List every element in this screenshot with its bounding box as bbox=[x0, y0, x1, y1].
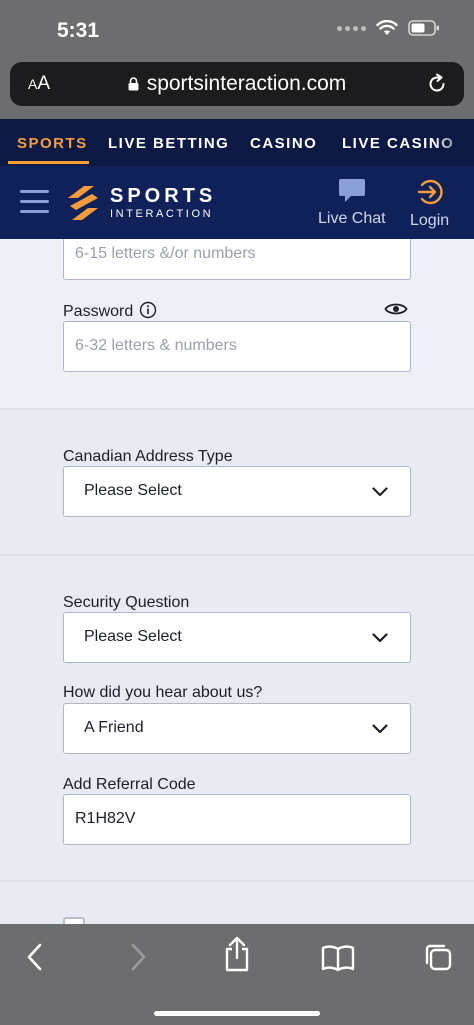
login-label: Login bbox=[410, 212, 450, 229]
security-question-select[interactable]: Please Select bbox=[63, 612, 411, 663]
live-chat-label: Live Chat bbox=[318, 210, 386, 227]
share-icon[interactable] bbox=[222, 936, 252, 972]
password-placeholder: 6-32 letters & numbers bbox=[75, 337, 237, 354]
home-indicator bbox=[154, 1011, 320, 1016]
registration-form: 6-15 letters &/or numbers Password 6-32 … bbox=[0, 239, 474, 924]
username-placeholder: 6-15 letters &/or numbers bbox=[75, 245, 256, 262]
login-icon bbox=[417, 179, 443, 205]
site-header: SPORTS INTERACTION Live Chat Login bbox=[0, 166, 474, 239]
lock-icon bbox=[128, 77, 139, 91]
section-divider bbox=[0, 408, 474, 410]
brand-logo-icon[interactable] bbox=[64, 184, 102, 222]
chevron-down-icon bbox=[372, 633, 388, 643]
info-icon[interactable] bbox=[139, 301, 157, 319]
terms-checkbox[interactable] bbox=[63, 917, 85, 924]
tab-sports[interactable]: SPORTS bbox=[17, 135, 88, 152]
tabs-icon[interactable] bbox=[423, 942, 453, 972]
browser-chrome: 5:31 AA sportsinteraction.com bbox=[0, 0, 474, 119]
password-label: Password bbox=[63, 301, 157, 321]
show-password-eye-icon[interactable] bbox=[384, 301, 408, 317]
brand-name: SPORTS bbox=[110, 185, 217, 207]
live-chat-button[interactable]: Live Chat bbox=[318, 178, 386, 228]
forward-icon[interactable] bbox=[128, 942, 148, 972]
browser-toolbar bbox=[0, 924, 474, 1025]
bookmarks-icon[interactable] bbox=[321, 944, 355, 972]
status-icons bbox=[337, 20, 440, 36]
battery-icon bbox=[408, 20, 439, 36]
section-divider bbox=[0, 554, 474, 556]
address-bar[interactable]: AA sportsinteraction.com bbox=[10, 62, 464, 106]
back-icon[interactable] bbox=[25, 942, 45, 972]
security-question-value: Please Select bbox=[84, 628, 182, 645]
tab-live-betting[interactable]: LIVE BETTING bbox=[108, 135, 229, 152]
referral-code-input[interactable]: R1H82V bbox=[63, 794, 411, 845]
hear-about-value: A Friend bbox=[84, 719, 144, 736]
chat-icon bbox=[338, 179, 365, 202]
scroll-fade bbox=[434, 119, 474, 166]
hear-about-label: How did you hear about us? bbox=[63, 684, 263, 701]
tab-casino[interactable]: CASINO bbox=[250, 135, 317, 152]
brand-subname: INTERACTION bbox=[110, 208, 214, 220]
address-type-value: Please Select bbox=[84, 482, 182, 499]
url-text: sportsinteraction.com bbox=[146, 72, 347, 95]
password-field[interactable]: 6-32 letters & numbers bbox=[63, 321, 411, 372]
login-button[interactable]: Login bbox=[410, 178, 449, 230]
hear-about-select[interactable]: A Friend bbox=[63, 703, 411, 754]
status-time: 5:31 bbox=[57, 19, 100, 42]
section-divider bbox=[0, 880, 474, 882]
chevron-down-icon bbox=[372, 724, 388, 734]
chevron-down-icon bbox=[372, 487, 388, 497]
url-field[interactable]: sportsinteraction.com bbox=[10, 72, 464, 96]
username-field[interactable]: 6-15 letters &/or numbers bbox=[63, 239, 411, 280]
address-type-select[interactable]: Please Select bbox=[63, 466, 411, 517]
signal-icon bbox=[337, 25, 366, 31]
active-tab-indicator bbox=[8, 161, 89, 164]
wifi-icon bbox=[376, 20, 398, 35]
referral-code-value: R1H82V bbox=[75, 810, 136, 827]
security-question-label: Security Question bbox=[63, 594, 190, 611]
reload-icon[interactable] bbox=[426, 73, 448, 95]
referral-code-label: Add Referral Code bbox=[63, 776, 196, 793]
top-nav: SPORTS LIVE BETTING CASINO LIVE CASINO bbox=[0, 119, 474, 166]
address-type-label: Canadian Address Type bbox=[63, 448, 233, 465]
menu-icon[interactable] bbox=[20, 190, 49, 214]
